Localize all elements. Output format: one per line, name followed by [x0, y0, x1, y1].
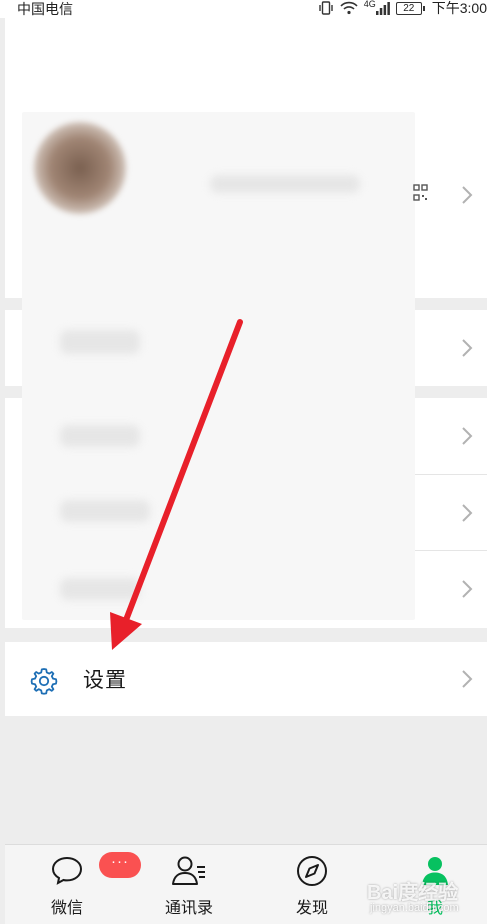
settings-item[interactable]: 设置: [5, 642, 487, 716]
tab-contacts[interactable]: 通讯录: [149, 845, 229, 924]
tab-label: 通讯录: [164, 900, 213, 917]
blurred-content: [60, 578, 140, 600]
chevron-right-icon: [460, 670, 474, 688]
contacts-icon: [172, 856, 205, 885]
blurred-content: [210, 175, 360, 193]
wifi-icon: [340, 1, 358, 15]
watermark-url: jingyan.baidu.com: [370, 902, 459, 914]
clock: 下午3:00: [431, 0, 487, 16]
blurred-content: [60, 330, 140, 354]
chat-bubble-icon: [51, 856, 83, 885]
chevron-right-icon: [460, 504, 474, 522]
blurred-content: [60, 425, 140, 447]
gear-icon: [30, 668, 58, 695]
status-bar: 中国电信 4G 22 下午3:00: [0, 0, 487, 18]
avatar[interactable]: [34, 122, 126, 214]
chevron-right-icon: [460, 186, 474, 204]
battery-icon: 22: [395, 1, 425, 15]
settings-label: 设置: [83, 669, 127, 692]
blurred-content: [60, 500, 150, 522]
signal-icon: [375, 2, 390, 15]
network-type: 4G: [363, 0, 376, 9]
tab-label: 微信: [50, 900, 83, 917]
chevron-right-icon: [460, 339, 474, 357]
vibrate-icon: [319, 1, 333, 15]
watermark: Bai度经验: [367, 882, 459, 904]
compass-icon: [297, 856, 327, 886]
chevron-right-icon: [460, 427, 474, 445]
wechat-me-screen: 中国电信 4G 22 下午3:00 设置 微信 ··· 通讯录 发现 我 Bai…: [0, 0, 487, 924]
status-icons: 4G 22 下午3:00: [318, 0, 487, 17]
tab-label: 发现: [295, 900, 328, 917]
carrier-name: 中国电信: [17, 1, 73, 17]
unread-badge: ···: [99, 852, 141, 878]
tab-discover[interactable]: 发现: [272, 845, 352, 924]
chevron-right-icon: [460, 580, 474, 598]
qr-code-icon[interactable]: [413, 184, 429, 202]
tab-chats[interactable]: 微信 ···: [27, 845, 141, 924]
